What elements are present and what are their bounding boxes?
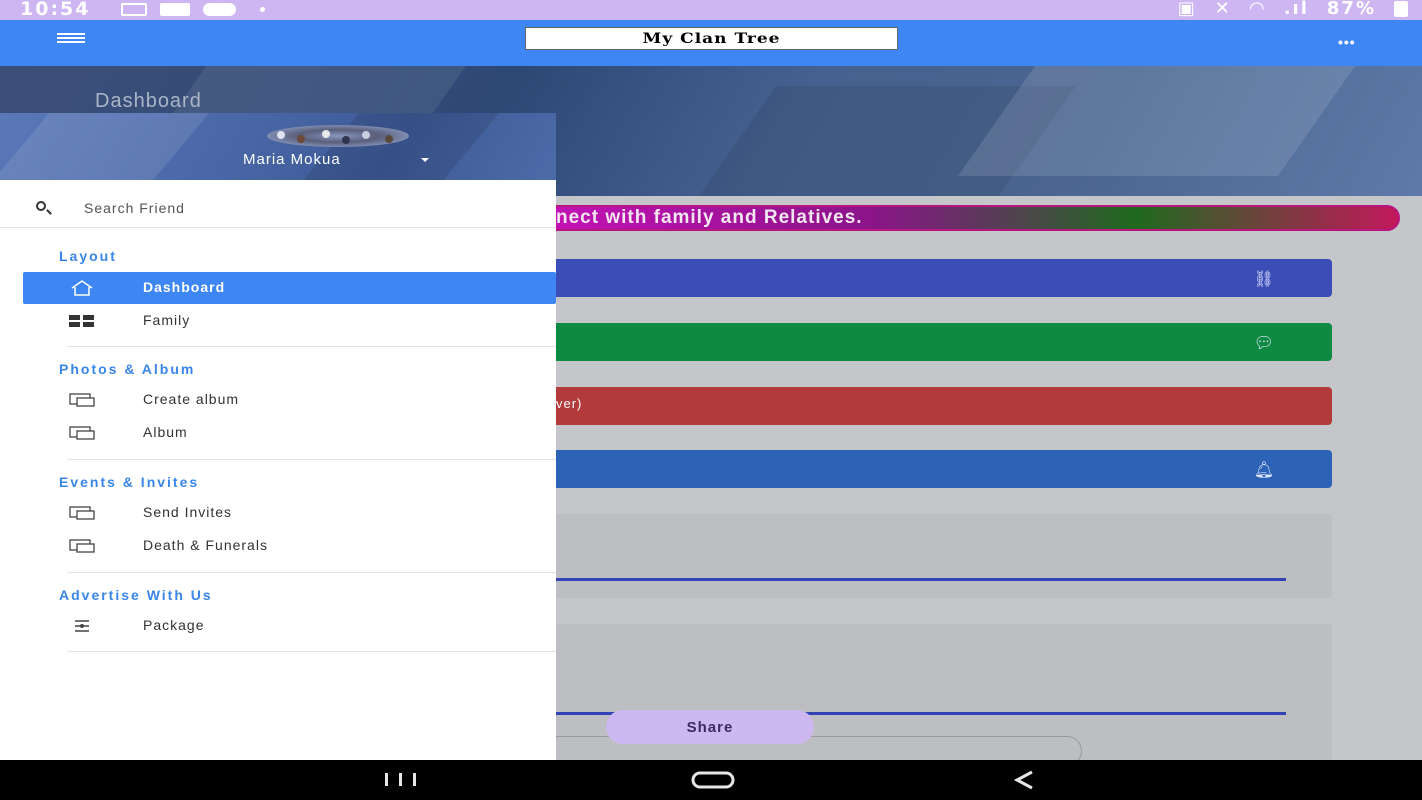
app-notification-icon — [203, 3, 236, 16]
battery-level: 87% — [1326, 0, 1376, 19]
signal-icon: .ıl — [1283, 0, 1309, 19]
camera-status-icon: ▣ — [1177, 0, 1197, 19]
section-title-events: Events & Invites — [59, 474, 200, 490]
feature-card-connections[interactable]: ⛓ — [520, 259, 1332, 297]
drawer-item-send-invites[interactable]: Send Invites — [23, 497, 556, 529]
drawer-header: Maria Mokua — [0, 113, 556, 180]
share-button[interactable]: Share — [606, 710, 814, 744]
feature-card-messages[interactable]: 💬︎ — [520, 323, 1332, 361]
divider — [67, 651, 556, 652]
search-input[interactable]: Search Friend — [84, 200, 185, 216]
monitor-icon — [69, 505, 95, 521]
drawer-item-dashboard[interactable]: Dashboard — [23, 272, 556, 304]
divider — [67, 572, 556, 573]
drawer-item-label: Send Invites — [143, 504, 233, 520]
bell-icon: 🔔︎ — [1253, 462, 1274, 479]
monitor-icon — [69, 392, 95, 408]
section-title-advertise: Advertise With Us — [59, 587, 213, 603]
chat-icon: 💬︎ — [1253, 335, 1274, 352]
drawer-item-label: Album — [143, 424, 188, 440]
app-title: My Clan Tree — [525, 27, 898, 50]
drawer-item-create-album[interactable]: Create album — [23, 384, 556, 416]
back-button[interactable] — [1012, 769, 1036, 791]
announcement-marquee: nect with family and Relatives. — [520, 205, 1400, 231]
wifi-icon: ◠ — [1249, 0, 1266, 19]
monitor-icon — [69, 425, 95, 441]
link-icon: ⛓ — [1253, 271, 1274, 288]
feature-card-notifications[interactable]: 🔔︎ — [520, 450, 1332, 488]
drawer-item-label: Create album — [143, 391, 240, 407]
feature-card-alert[interactable]: ver) — [520, 387, 1332, 425]
card-text: ver) — [556, 396, 583, 411]
drawer-item-album[interactable]: Album — [23, 417, 556, 449]
user-name[interactable]: Maria Mokua — [243, 151, 341, 168]
system-nav-bar — [0, 760, 1422, 800]
menu-icon[interactable] — [57, 33, 85, 45]
package-icon — [69, 618, 95, 634]
search-icon — [36, 201, 46, 211]
battery-icon — [1394, 0, 1408, 17]
home-button[interactable] — [690, 770, 736, 790]
home-icon — [69, 280, 95, 296]
divider — [67, 459, 556, 460]
search-friend[interactable]: Search Friend — [0, 180, 556, 228]
navigation-drawer: Maria Mokua Search Friend Layout Dashboa… — [0, 113, 556, 760]
avatar[interactable] — [267, 125, 409, 147]
page-title: Dashboard — [95, 90, 202, 112]
divider-line — [540, 578, 1286, 581]
content-panel — [520, 514, 1332, 598]
chevron-down-icon[interactable] — [421, 158, 429, 162]
status-time: 10:54 — [20, 0, 91, 20]
drawer-item-package[interactable]: Package — [23, 610, 556, 642]
section-title-photos: Photos & Album — [59, 361, 196, 377]
app-bar: My Clan Tree ••• — [0, 20, 1422, 66]
mute-icon: ✕ — [1214, 0, 1232, 19]
divider — [67, 346, 556, 347]
drawer-item-family[interactable]: Family — [23, 305, 556, 337]
drawer-item-label: Dashboard — [143, 279, 226, 295]
drawer-item-label: Package — [143, 617, 205, 633]
status-bar: 10:54 ▣ ✕ ◠ .ıl 87% — [0, 0, 1422, 20]
app-title-text: My Clan Tree — [642, 30, 781, 47]
recent-apps-button[interactable] — [382, 770, 420, 788]
dot-icon — [260, 7, 265, 12]
drawer-item-death-funerals[interactable]: Death & Funerals — [23, 530, 556, 562]
youtube-notification-icon — [160, 3, 190, 16]
more-options-icon[interactable]: ••• — [1338, 34, 1356, 50]
monitor-icon — [69, 538, 95, 554]
drawer-item-label: Death & Funerals — [143, 537, 268, 553]
drawer-item-label: Family — [143, 312, 191, 328]
gallery-notification-icon — [121, 3, 147, 16]
section-title-layout: Layout — [59, 248, 117, 264]
grid-icon — [69, 313, 95, 329]
